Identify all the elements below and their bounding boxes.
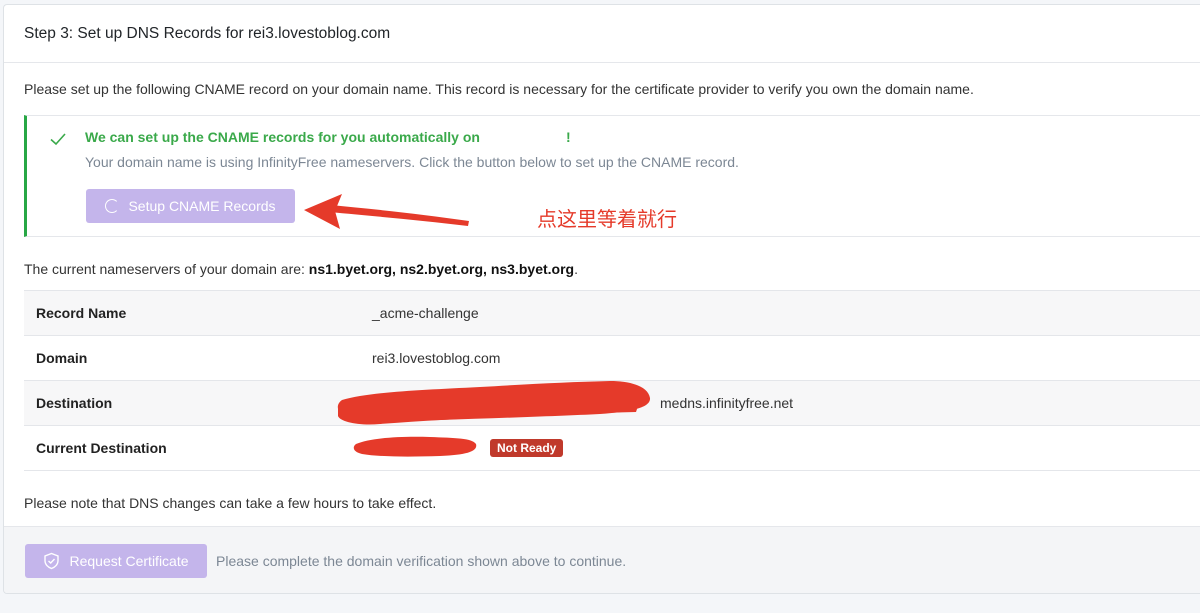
check-icon (50, 133, 66, 146)
record-name-label: Record Name (36, 305, 127, 321)
alert-title-suffix: ! (565, 129, 571, 145)
current-destination-label: Current Destination (36, 440, 167, 456)
dns-setup-card: Step 3: Set up DNS Records for rei3.love… (3, 4, 1200, 594)
shield-icon (44, 552, 60, 570)
destination-label: Destination (36, 395, 113, 411)
page-title: Step 3: Set up DNS Records for rei3.love… (24, 24, 391, 42)
dns-records-table: Record Name _acme-challenge Domain rei3.… (24, 290, 1200, 471)
dns-note: Please note that DNS changes can take a … (24, 495, 437, 511)
nameservers-text: The current nameservers of your domain a… (24, 261, 578, 277)
destination-value-cell: medns.infinityfree.net (360, 381, 1200, 426)
request-certificate-label: Request Certificate (69, 553, 189, 569)
table-row: Domain rei3.lovestoblog.com (24, 335, 1200, 381)
card-header: Step 3: Set up DNS Records for rei3.love… (4, 5, 1200, 63)
record-name-value: _acme-challenge (372, 305, 479, 321)
nameservers-suffix: . (574, 261, 578, 277)
nameservers-prefix: The current nameservers of your domain a… (24, 261, 309, 277)
table-row: Current Destination Not Ready (24, 425, 1200, 471)
destination-value: medns.infinityfree.net (660, 395, 794, 411)
request-certificate-button[interactable]: Request Certificate (25, 544, 207, 578)
loading-spinner-icon (105, 199, 120, 213)
footer-text: Please complete the domain verification … (216, 553, 627, 569)
setup-cname-button-label: Setup CNAME Records (128, 198, 276, 214)
annotation-text: 点这里等着就行 (537, 207, 677, 231)
domain-value: rei3.lovestoblog.com (372, 350, 501, 366)
setup-cname-button[interactable]: Setup CNAME Records (86, 189, 295, 223)
alert-title: We can set up the CNAME records for you … (85, 129, 571, 145)
table-row: Destination medns.infinityfree.net (24, 380, 1200, 426)
alert-title-prefix: We can set up the CNAME records for you … (85, 129, 480, 145)
status-badge: Not Ready (490, 439, 564, 457)
alert-description: Your domain name is using InfinityFree n… (85, 154, 739, 170)
card-footer: Request Certificate Please complete the … (4, 526, 1200, 593)
current-destination-cell: Not Ready (360, 426, 1200, 471)
nameservers-list: ns1.byet.org, ns2.byet.org, ns3.byet.org (308, 261, 575, 277)
domain-label: Domain (36, 350, 88, 366)
intro-text: Please set up the following CNAME record… (24, 81, 974, 97)
table-row: Record Name _acme-challenge (24, 290, 1200, 336)
